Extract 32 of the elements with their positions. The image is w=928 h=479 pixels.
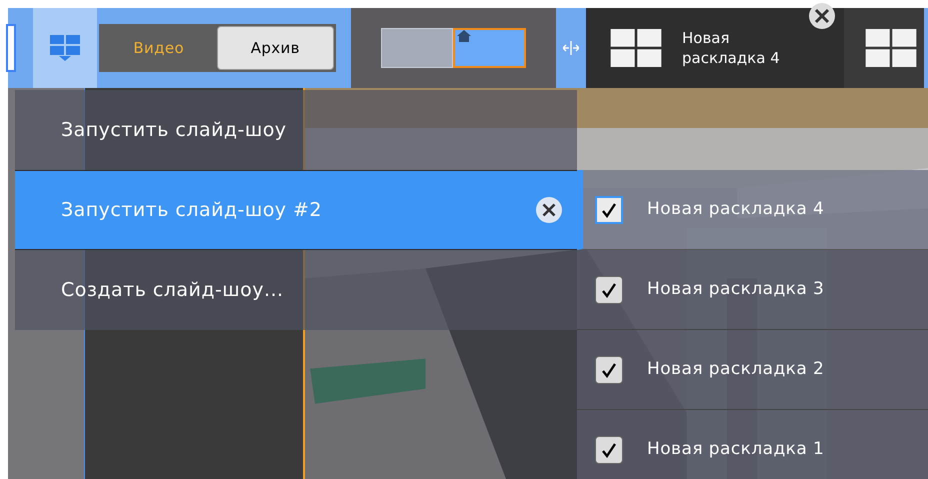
layout-tab-title: Новая раскладка 4	[682, 28, 780, 68]
submenu-item-label: Новая раскладка 4	[647, 198, 824, 221]
menu-item-label: Запустить слайд-шоу #2	[61, 198, 323, 223]
submenu-item-label: Новая раскладка 2	[647, 358, 824, 381]
submenu-item[interactable]: Новая раскладка 1	[577, 410, 928, 479]
checkbox[interactable]	[595, 436, 623, 464]
submenu-item-label: Новая раскладка 1	[647, 438, 824, 461]
menu-item-label: Запустить слайд-шоу	[61, 118, 288, 143]
checkbox[interactable]	[595, 196, 623, 224]
menu-item[interactable]: Создать слайд-шоу...	[15, 250, 577, 330]
checkbox[interactable]	[595, 276, 623, 304]
submenu-item[interactable]: Новая раскладка 3	[577, 250, 928, 330]
checkmark-icon	[601, 442, 617, 458]
checkbox[interactable]	[595, 356, 623, 384]
menu-item-label: Создать слайд-шоу...	[61, 278, 285, 303]
home-icon	[457, 30, 471, 42]
menu-item[interactable]: Запустить слайд-шоу	[15, 90, 577, 170]
tab-stub	[6, 24, 16, 72]
mode-tab[interactable]: Архив	[216, 26, 334, 70]
layout-tab[interactable]: Новая раскладка 4	[586, 8, 844, 88]
submenu-item[interactable]: Новая раскладка 4	[577, 170, 928, 250]
submenu-item[interactable]: Новая раскладка 2	[577, 330, 928, 410]
checkmark-icon	[601, 202, 617, 218]
close-icon[interactable]	[808, 2, 836, 30]
windows-grid-icon	[50, 35, 80, 61]
checkmark-icon	[601, 362, 617, 378]
mode-tab[interactable]: Видео	[101, 26, 216, 70]
layout-preview[interactable]	[453, 28, 526, 68]
checkmark-icon	[601, 282, 617, 298]
layout-tab[interactable]	[844, 8, 924, 88]
submenu-item-label: Новая раскладка 3	[647, 278, 824, 301]
remove-icon[interactable]	[535, 196, 563, 224]
